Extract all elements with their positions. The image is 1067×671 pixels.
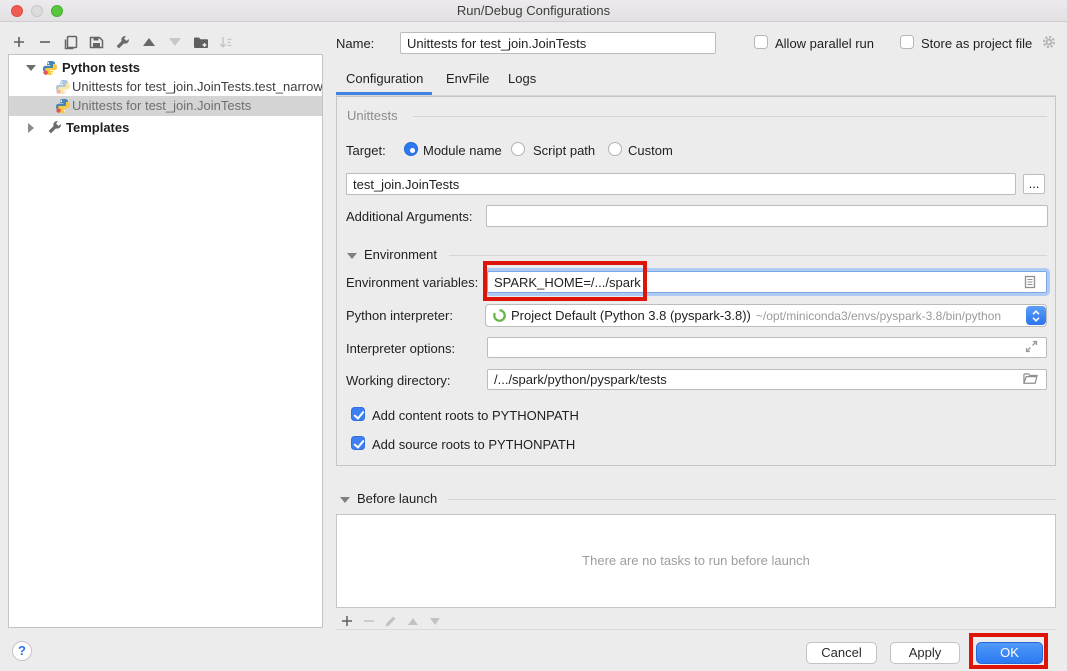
working-directory-input[interactable] <box>487 369 1047 390</box>
store-as-project-file-checkbox[interactable] <box>900 35 914 49</box>
tree-item-label: Unittests for test_join.JoinTests <box>72 96 251 116</box>
allow-parallel-run-label: Allow parallel run <box>775 36 874 52</box>
before-launch-label: Before launch <box>357 491 437 507</box>
tree-item-jointests-selected[interactable]: Unittests for test_join.JoinTests <box>9 96 322 116</box>
window-title: Run/Debug Configurations <box>0 3 1067 18</box>
add-icon[interactable] <box>10 34 27 51</box>
move-task-down-icon[interactable] <box>428 615 441 628</box>
add-task-icon[interactable] <box>340 615 353 628</box>
target-label: Target: <box>346 143 386 158</box>
interpreter-options-input[interactable] <box>487 337 1047 358</box>
edit-task-pencil-icon[interactable] <box>384 615 397 628</box>
python-interpreter-value: Project Default (Python 3.8 (pyspark-3.8… <box>511 308 751 323</box>
expand-field-icon[interactable] <box>1025 340 1040 355</box>
configurations-tree: Python tests Unittests for test_join.Joi… <box>8 54 323 628</box>
wrench-icon <box>47 120 63 136</box>
apply-button[interactable]: Apply <box>890 642 960 664</box>
titlebar: Run/Debug Configurations <box>0 0 1067 22</box>
additional-arguments-input[interactable] <box>486 205 1048 227</box>
add-source-roots-checkbox[interactable] <box>351 436 365 450</box>
before-launch-toolbar <box>340 613 441 629</box>
tab-envfile[interactable]: EnvFile <box>446 71 489 86</box>
group-divider <box>413 116 1047 117</box>
chevron-down-icon[interactable] <box>26 65 36 71</box>
edit-templates-wrench-icon[interactable] <box>114 34 131 51</box>
name-input[interactable] <box>400 32 716 54</box>
tab-logs[interactable]: Logs <box>508 71 536 86</box>
combobox-stepper-icon[interactable] <box>1026 306 1046 325</box>
python-icon <box>55 98 71 114</box>
environment-variables-label: Environment variables: <box>346 275 478 290</box>
tree-item-python-tests[interactable]: Python tests <box>9 58 322 77</box>
tree-item-label: Unittests for test_join.JoinTests.test_n… <box>72 77 322 96</box>
chevron-down-icon[interactable] <box>347 253 357 259</box>
radio-module-name[interactable] <box>404 142 418 156</box>
add-source-roots-label: Add source roots to PYTHONPATH <box>372 437 575 452</box>
environment-group-label: Environment <box>364 247 437 262</box>
tree-item-label: Python tests <box>62 58 140 77</box>
radio-custom-label: Custom <box>628 143 673 158</box>
python-icon <box>42 60 58 76</box>
folder-icon[interactable] <box>1023 372 1038 387</box>
cancel-button[interactable]: Cancel <box>806 642 877 664</box>
radio-module-name-label: Module name <box>423 143 502 158</box>
additional-arguments-label: Additional Arguments: <box>346 209 472 224</box>
python-interpreter-label: Python interpreter: <box>346 308 453 323</box>
radio-script-path[interactable] <box>511 142 525 156</box>
remove-icon[interactable] <box>36 34 53 51</box>
unittests-group-label: Unittests <box>347 108 398 123</box>
copy-icon[interactable] <box>62 34 79 51</box>
panel-divider <box>336 629 1056 630</box>
save-icon[interactable] <box>88 34 105 51</box>
group-divider <box>448 499 1056 500</box>
tree-item-templates[interactable]: Templates <box>9 118 322 137</box>
python-icon <box>55 79 71 95</box>
sort-alphabetically-icon[interactable] <box>218 34 235 51</box>
before-launch-task-list: There are no tasks to run before launch <box>336 514 1056 608</box>
chevron-right-icon[interactable] <box>28 123 34 133</box>
remove-task-icon[interactable] <box>362 615 375 628</box>
target-input[interactable] <box>346 173 1016 195</box>
before-launch-empty-message: There are no tasks to run before launch <box>337 553 1055 568</box>
environment-variables-input[interactable] <box>487 271 1047 293</box>
working-directory-label: Working directory: <box>346 373 451 388</box>
new-folder-icon[interactable] <box>192 34 209 51</box>
configurations-toolbar <box>10 33 235 51</box>
radio-script-path-label: Script path <box>533 143 595 158</box>
interpreter-options-label: Interpreter options: <box>346 341 455 356</box>
tab-configuration[interactable]: Configuration <box>346 71 423 86</box>
radio-custom[interactable] <box>608 142 622 156</box>
browse-variables-icon[interactable] <box>1023 275 1038 290</box>
allow-parallel-run-checkbox[interactable] <box>754 35 768 49</box>
name-label: Name: <box>336 36 374 52</box>
run-debug-configurations-dialog: Run/Debug Configurations <box>0 0 1067 671</box>
ok-button[interactable]: OK <box>976 642 1043 664</box>
gear-icon[interactable] <box>1041 34 1057 53</box>
move-down-icon[interactable] <box>166 34 183 51</box>
browse-target-button[interactable]: ... <box>1023 174 1045 194</box>
move-up-icon[interactable] <box>140 34 157 51</box>
tree-item-label: Templates <box>66 118 129 137</box>
conda-env-icon <box>492 308 507 323</box>
store-as-project-file-label: Store as project file <box>921 36 1032 52</box>
chevron-down-icon[interactable] <box>340 497 350 503</box>
move-task-up-icon[interactable] <box>406 615 419 628</box>
tree-item-test-narrow[interactable]: Unittests for test_join.JoinTests.test_n… <box>9 77 322 96</box>
configuration-tab-panel: Unittests Target: Module name Script pat… <box>336 96 1056 466</box>
help-button[interactable]: ? <box>12 641 32 661</box>
add-content-roots-checkbox[interactable] <box>351 407 365 421</box>
python-interpreter-combobox[interactable]: Project Default (Python 3.8 (pyspark-3.8… <box>485 304 1047 327</box>
group-divider <box>449 255 1047 256</box>
add-content-roots-label: Add content roots to PYTHONPATH <box>372 408 579 423</box>
python-interpreter-path: ~/opt/miniconda3/envs/pyspark-3.8/bin/py… <box>756 309 1001 323</box>
